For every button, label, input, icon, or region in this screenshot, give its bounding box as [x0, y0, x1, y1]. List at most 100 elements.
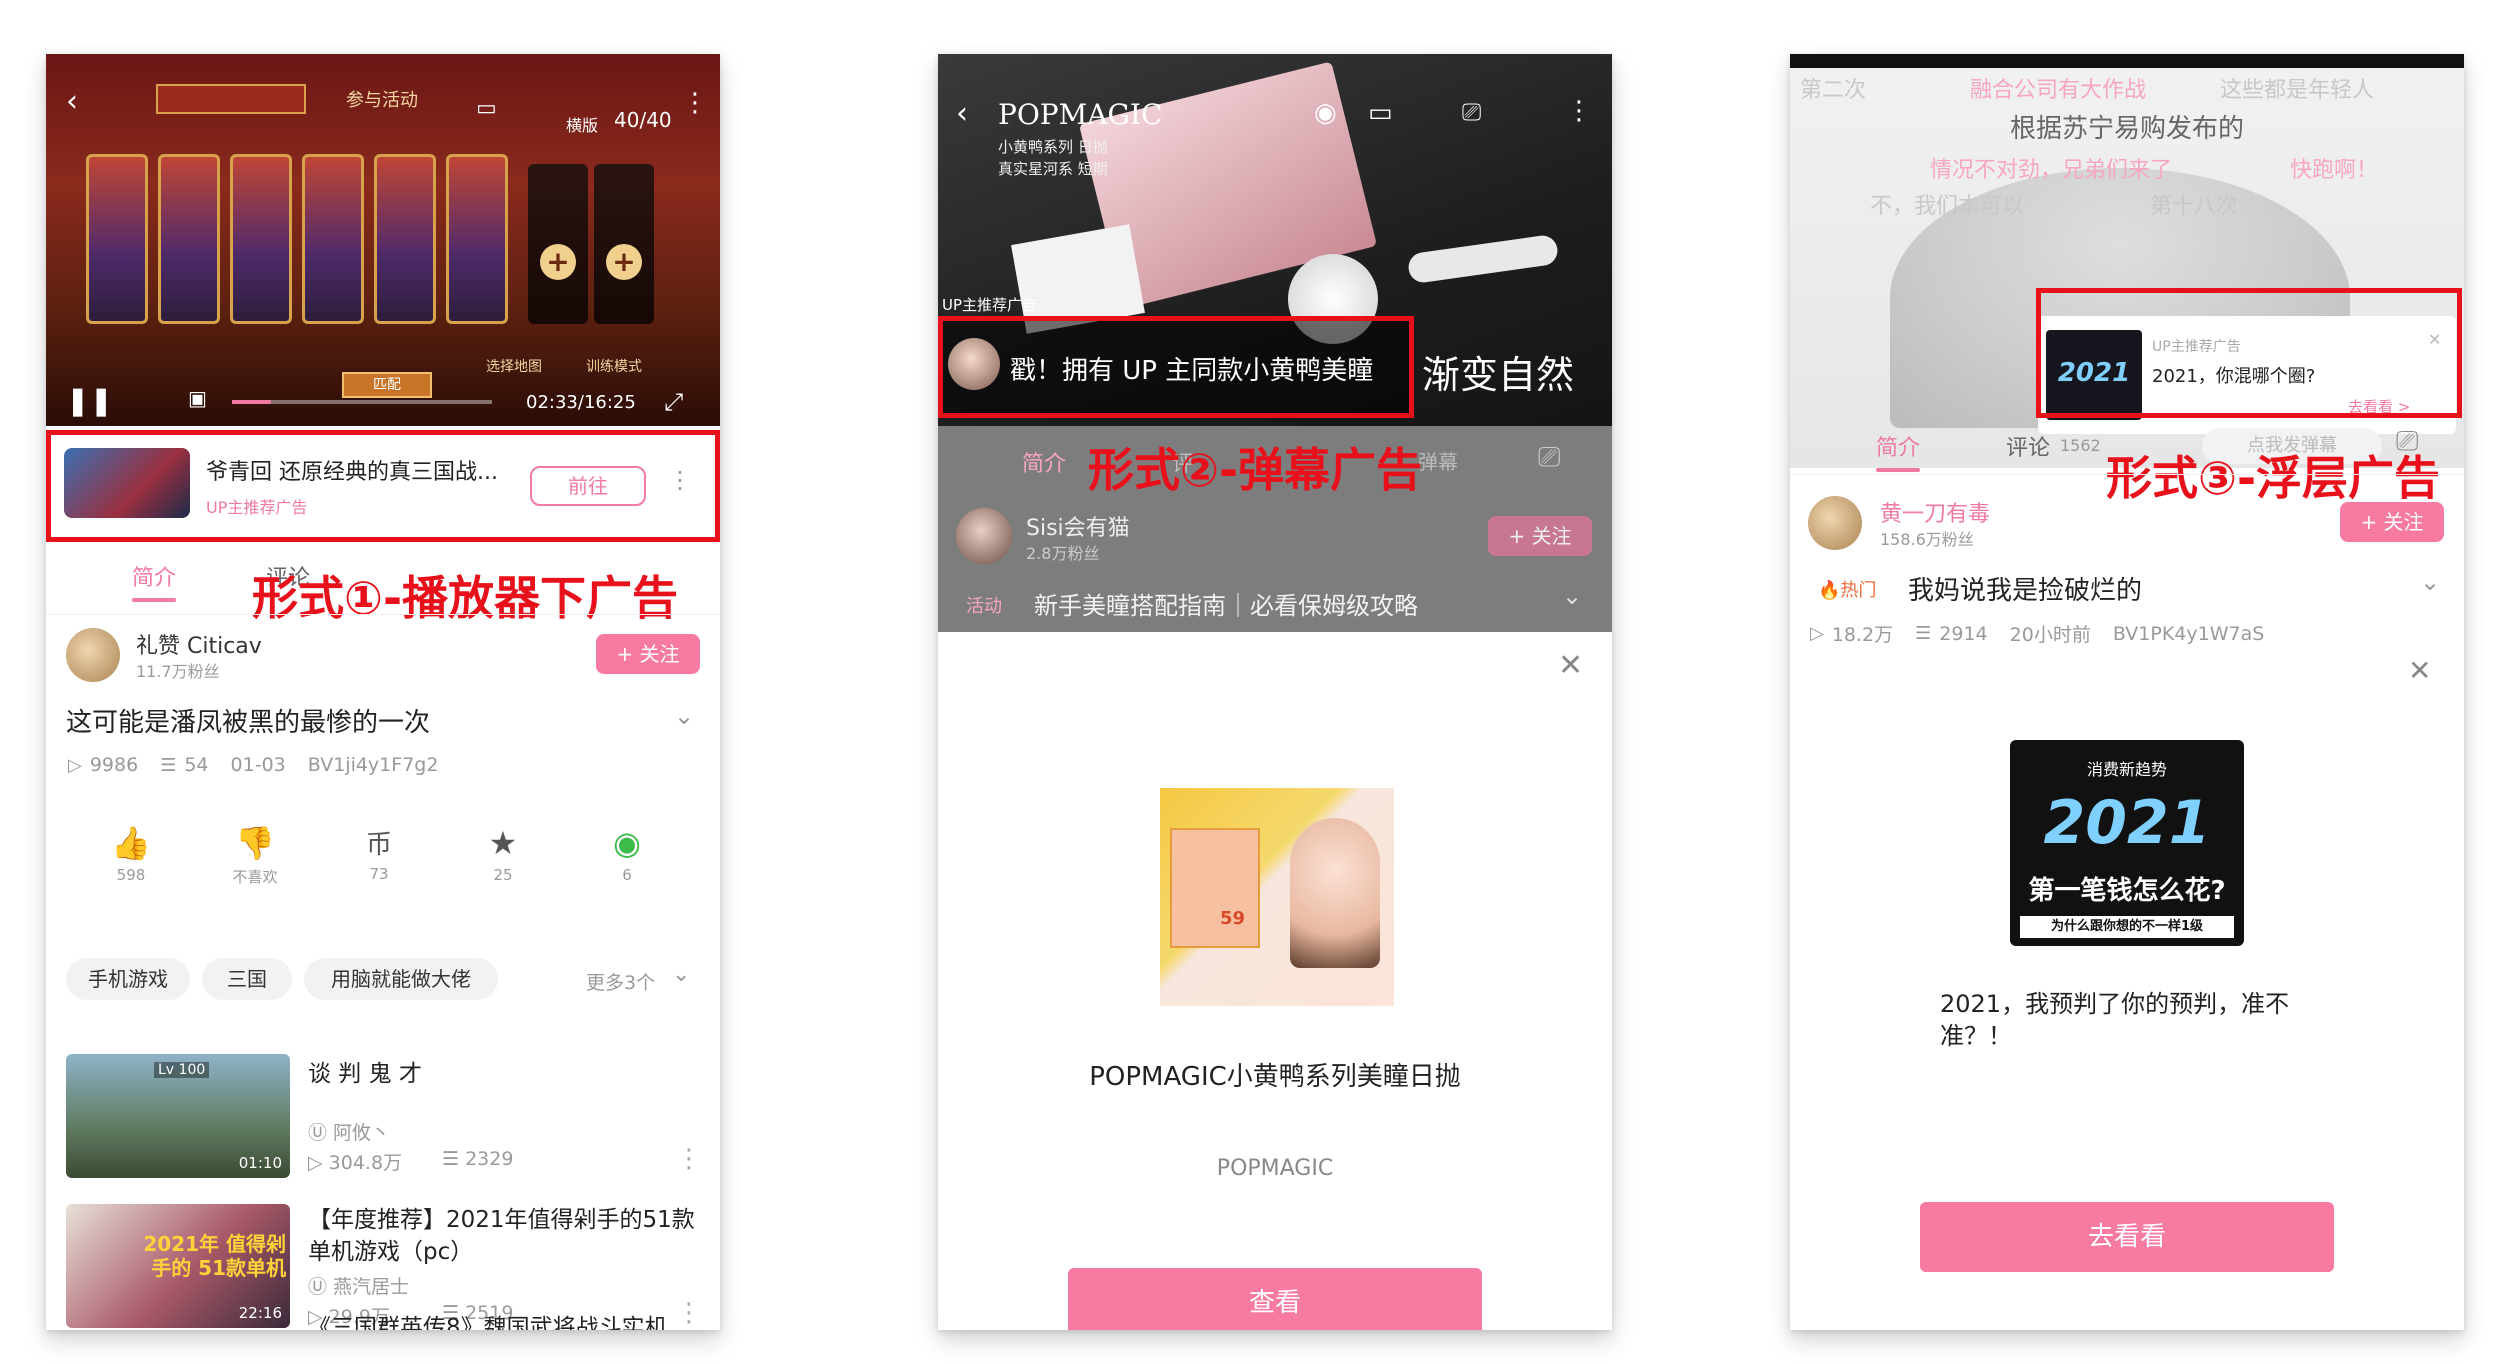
- phone-screen-float-ad: 根据苏宁易购发布的 融合公司有大作战 这些都是年轻人 情况不对劲，兄弟们来了 快…: [1790, 54, 2464, 1330]
- danmaku-line: 这些都是年轻人: [2220, 78, 2375, 103]
- model-face: [1290, 818, 1380, 968]
- view-count: 9986: [89, 754, 139, 776]
- more-icon[interactable]: ⋮: [682, 88, 708, 118]
- uploader-name[interactable]: 礼赞 Citicav: [136, 628, 262, 660]
- more-icon[interactable]: ⋮: [676, 1144, 702, 1174]
- back-arrow-icon[interactable]: ‹: [956, 96, 968, 131]
- training-mode-label: 训练模式: [586, 359, 642, 375]
- more-icon[interactable]: ⋮: [1566, 96, 1592, 126]
- tag-chip[interactable]: 用脑就能做大佬: [304, 958, 498, 1000]
- close-icon[interactable]: ✕: [1558, 648, 1583, 683]
- activity-title[interactable]: 新手美瞳搭配指南｜必看保姆级攻略: [1034, 586, 1418, 621]
- hero-card[interactable]: [302, 154, 364, 324]
- uploader-name[interactable]: Sisi会有猫: [1026, 510, 1130, 542]
- tab-intro[interactable]: 简介: [132, 560, 176, 592]
- add-hero-icon[interactable]: +: [606, 244, 642, 280]
- up-ad-tag: UP主推荐广告: [942, 296, 1038, 314]
- danmaku-toggle-icon[interactable]: ▣: [188, 386, 207, 410]
- ad-sheet: ✕ 59 POPMAGIC小黄鸭系列美瞳日抛 POPMAGIC 查看: [938, 632, 1612, 1330]
- cast-icon[interactable]: ▭: [1368, 98, 1393, 128]
- coin-icon: 币: [365, 830, 392, 860]
- favorite-button[interactable]: ★ 25: [458, 824, 548, 884]
- tab-intro[interactable]: 简介: [1876, 430, 1920, 462]
- more-tags[interactable]: 更多3个: [586, 968, 655, 995]
- dislike-button[interactable]: 👎 不喜欢: [210, 824, 300, 887]
- divider: [1790, 474, 2464, 475]
- ad-text: 2021，我预判了你的预判，准不准？！: [1940, 990, 2290, 1050]
- divider: [46, 614, 720, 615]
- hero-card[interactable]: [158, 154, 220, 324]
- uploader-fans: 11.7万粉丝: [136, 662, 220, 681]
- close-icon[interactable]: ✕: [2408, 654, 2431, 687]
- tag-chip[interactable]: 手机游戏: [66, 958, 190, 1000]
- promo-image[interactable]: 消费新趋势 2021 第一笔钱怎么花? 为什么跟你想的不一样1级: [2010, 740, 2244, 946]
- hero-card[interactable]: [446, 154, 508, 324]
- status-strip: [1790, 54, 2464, 68]
- follow-button[interactable]: + 关注: [596, 634, 700, 674]
- progress-track[interactable]: [232, 400, 492, 404]
- tab-comments[interactable]: 评论: [2006, 430, 2050, 462]
- select-map-label: 选择地图: [486, 359, 542, 375]
- rec-title[interactable]: 【年度推荐】2021年值得剁手的51款单机游戏（pc）: [308, 1204, 698, 1268]
- product-title: POPMAGIC小黄鸭系列美瞳日抛: [1089, 1062, 1461, 1092]
- add-hero-icon[interactable]: +: [540, 244, 576, 280]
- follow-button[interactable]: + 关注: [2340, 502, 2444, 542]
- caption-form-3: 形式③-浮层广告: [2106, 451, 2441, 505]
- danmaku-line: 第十八次: [2150, 194, 2239, 219]
- tab-danmaku[interactable]: 弹幕: [1418, 446, 1458, 475]
- promo-line: 第一笔钱怎么花?: [2028, 876, 2226, 906]
- tv-icon[interactable]: ⎚: [1462, 98, 1481, 126]
- phone-screen-danmaku-ad: ‹ POPMAGIC 小黄鸭系列 日抛 真实星河系 短期 ◉ ▭ ⎚ ⋮ UP主…: [938, 54, 1612, 1330]
- comment-count-icon: ☰: [160, 754, 177, 776]
- video-title: 这可能是潘凤被黑的最惨的一次: [66, 708, 431, 738]
- thumbs-up-icon: 👍: [111, 824, 151, 862]
- follow-button[interactable]: + 关注: [1488, 516, 1592, 556]
- video-player[interactable]: ‹ 参与活动 ▭ 横版 40/40 ⋮ + + 选择地图 训练模式 匹配 ❚❚ …: [46, 54, 720, 426]
- avatar[interactable]: [1808, 496, 1862, 550]
- coin-button[interactable]: 币 73: [334, 824, 424, 883]
- video-headline: 根据苏宁易购发布的: [2010, 114, 2245, 144]
- tag-chip[interactable]: 三国: [202, 958, 292, 1000]
- match-button[interactable]: 匹配: [342, 372, 432, 398]
- comment-count: 2914: [1939, 622, 1988, 645]
- hero-card[interactable]: [86, 154, 148, 324]
- product-image[interactable]: 59: [1160, 788, 1394, 1006]
- rec-title[interactable]: 《三国群英传8》魏国武将战斗实机: [308, 1312, 698, 1330]
- danmaku-line: 快跑啊！: [2290, 158, 2379, 183]
- pause-icon[interactable]: ❚❚: [66, 384, 113, 417]
- publish-date: 01-03: [230, 754, 286, 776]
- rec-thumbnail[interactable]: 2021年 值得剁手的 51款单机 22:16: [66, 1204, 290, 1328]
- video-meta: ▷ 9986 ☰ 54 01-03 BV1ji4y1F7g2: [68, 754, 438, 776]
- page-counter: 40/40: [614, 108, 672, 132]
- tab-intro[interactable]: 简介: [1022, 446, 1066, 478]
- like-button[interactable]: 👍 598: [86, 824, 176, 884]
- hero-card[interactable]: [230, 154, 292, 324]
- rec-thumbnail[interactable]: Lv 100 01:10: [66, 1054, 290, 1178]
- chevron-down-icon[interactable]: ⌄: [1562, 582, 1582, 610]
- hero-card[interactable]: [374, 154, 436, 324]
- thumb-text: Lv 100: [154, 1062, 210, 1078]
- rec-author: Ⓤ 燕汽居士: [308, 1276, 410, 1298]
- caption-form-1: 形式①-播放器下广告: [252, 571, 679, 625]
- danmaku-settings-icon[interactable]: ⎚: [1538, 440, 1560, 474]
- avatar[interactable]: [66, 628, 120, 682]
- thumb-text: 2021年 值得剁手的 51款单机: [143, 1232, 286, 1280]
- back-arrow-icon[interactable]: ‹: [66, 84, 78, 119]
- cast-icon[interactable]: ▭: [476, 96, 497, 121]
- uploader-name[interactable]: 黄一刀有毒: [1880, 496, 1990, 528]
- avatar[interactable]: [956, 508, 1012, 564]
- brand-name: POPMAGIC: [1216, 1156, 1334, 1181]
- expand-icon[interactable]: ⌄: [2420, 568, 2440, 596]
- view-button[interactable]: 查看: [1068, 1268, 1482, 1330]
- comment-count: 54: [184, 754, 209, 776]
- danmaku-line: 第二次: [1800, 78, 1867, 103]
- brand-subline: 小黄鸭系列 日抛: [998, 138, 1108, 156]
- go-look-button[interactable]: 去看看: [1920, 1202, 2334, 1272]
- fullscreen-icon[interactable]: ⤢: [664, 388, 683, 416]
- rec-title[interactable]: 谈 判 鬼 才: [308, 1058, 698, 1090]
- avatar-icon[interactable]: ◉: [1314, 98, 1337, 128]
- expand-icon[interactable]: ⌄: [674, 702, 694, 730]
- share-button[interactable]: ◉ 6: [582, 824, 672, 884]
- chevron-down-icon[interactable]: ⌄: [672, 962, 690, 987]
- promo-year: 2021: [2043, 788, 2211, 858]
